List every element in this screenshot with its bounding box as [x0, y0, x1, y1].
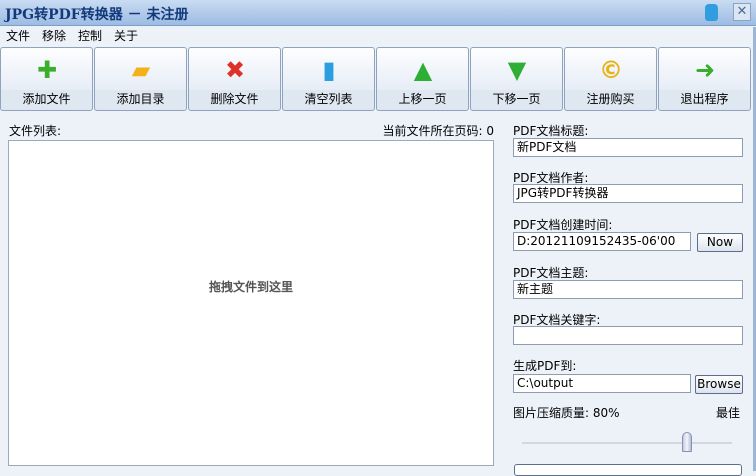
- toolbar: ✚ 添加文件 ▰ 添加目录 ✖ 删除文件 ▮ 清空列表 ▲ 上移一页 ▼ 下移一页 © 注册购买 ➜ 退出程序: [0, 47, 752, 111]
- folder-icon: ▰: [131, 56, 151, 84]
- pdf-created-label: PDF文档创建时间:: [513, 218, 613, 232]
- menu-about[interactable]: 关于: [108, 27, 144, 45]
- quality-best-label: 最佳: [716, 406, 741, 420]
- browse-button[interactable]: Browse: [695, 375, 743, 394]
- toolbar-button-2[interactable]: ✖ 删除文件: [188, 47, 281, 111]
- coin-icon: ©: [599, 56, 623, 84]
- toolbar-button-6[interactable]: © 注册购买: [564, 47, 657, 111]
- arrow-down-circle-icon: ▼: [507, 56, 527, 84]
- menu-file[interactable]: 文件: [0, 27, 36, 45]
- toolbar-button-1[interactable]: ▰ 添加目录: [94, 47, 187, 111]
- file-drop-zone[interactable]: 拖拽文件到这里: [8, 140, 494, 466]
- menu-control[interactable]: 控制: [72, 27, 108, 45]
- toolbar-button-5[interactable]: ▼ 下移一页: [470, 47, 563, 111]
- convert-button[interactable]: [514, 464, 742, 476]
- arrow-right-icon: ➜: [694, 56, 716, 84]
- title-bar: JPG转PDF转换器 － 未注册 ✕: [0, 0, 756, 26]
- pdf-title-input[interactable]: 新PDF文档: [513, 138, 743, 157]
- toolbar-button-label: 清空列表: [283, 90, 374, 108]
- delete-x-icon: ✖: [224, 56, 246, 84]
- output-path-input[interactable]: C:\output: [513, 374, 691, 393]
- bin-icon: ▮: [322, 56, 336, 84]
- pdf-title-label: PDF文档标题:: [513, 124, 589, 138]
- toolbar-button-label: 下移一页: [471, 90, 562, 108]
- drop-hint: 拖拽文件到这里: [208, 280, 293, 294]
- quality-label: 图片压缩质量: 80%: [513, 406, 620, 420]
- quality-slider-thumb[interactable]: [682, 432, 692, 452]
- current-page-label: 当前文件所在页码: 0: [382, 124, 495, 138]
- arrow-up-circle-icon: ▲: [413, 56, 433, 84]
- now-button[interactable]: Now: [697, 233, 743, 252]
- skin-shirt-icon[interactable]: [705, 4, 718, 21]
- toolbar-button-label: 删除文件: [189, 90, 280, 108]
- toolbar-button-label: 添加目录: [95, 90, 186, 108]
- pdf-keywords-input[interactable]: [513, 326, 743, 345]
- pdf-author-input[interactable]: JPG转PDF转换器: [513, 184, 743, 203]
- quality-slider-track[interactable]: [522, 442, 732, 444]
- toolbar-button-label: 上移一页: [377, 90, 468, 108]
- menu-bar: 文件 移除 控制 关于: [0, 27, 144, 45]
- toolbar-button-7[interactable]: ➜ 退出程序: [658, 47, 751, 111]
- window-title: JPG转PDF转换器 － 未注册: [5, 7, 189, 23]
- pdf-created-input[interactable]: D:20121109152435-06'00: [513, 232, 691, 251]
- toolbar-button-4[interactable]: ▲ 上移一页: [376, 47, 469, 111]
- pdf-subject-input[interactable]: 新主题: [513, 280, 743, 299]
- close-button[interactable]: ✕: [733, 3, 751, 21]
- plus-icon: ✚: [36, 56, 58, 84]
- pdf-subject-label: PDF文档主题:: [513, 266, 589, 280]
- file-list-label: 文件列表:: [9, 124, 62, 138]
- toolbar-button-0[interactable]: ✚ 添加文件: [0, 47, 93, 111]
- toolbar-button-label: 添加文件: [1, 90, 92, 108]
- menu-remove[interactable]: 移除: [36, 27, 72, 45]
- toolbar-button-label: 注册购买: [565, 90, 656, 108]
- toolbar-button-3[interactable]: ▮ 清空列表: [282, 47, 375, 111]
- toolbar-button-label: 退出程序: [659, 90, 750, 108]
- output-label: 生成PDF到:: [513, 359, 577, 373]
